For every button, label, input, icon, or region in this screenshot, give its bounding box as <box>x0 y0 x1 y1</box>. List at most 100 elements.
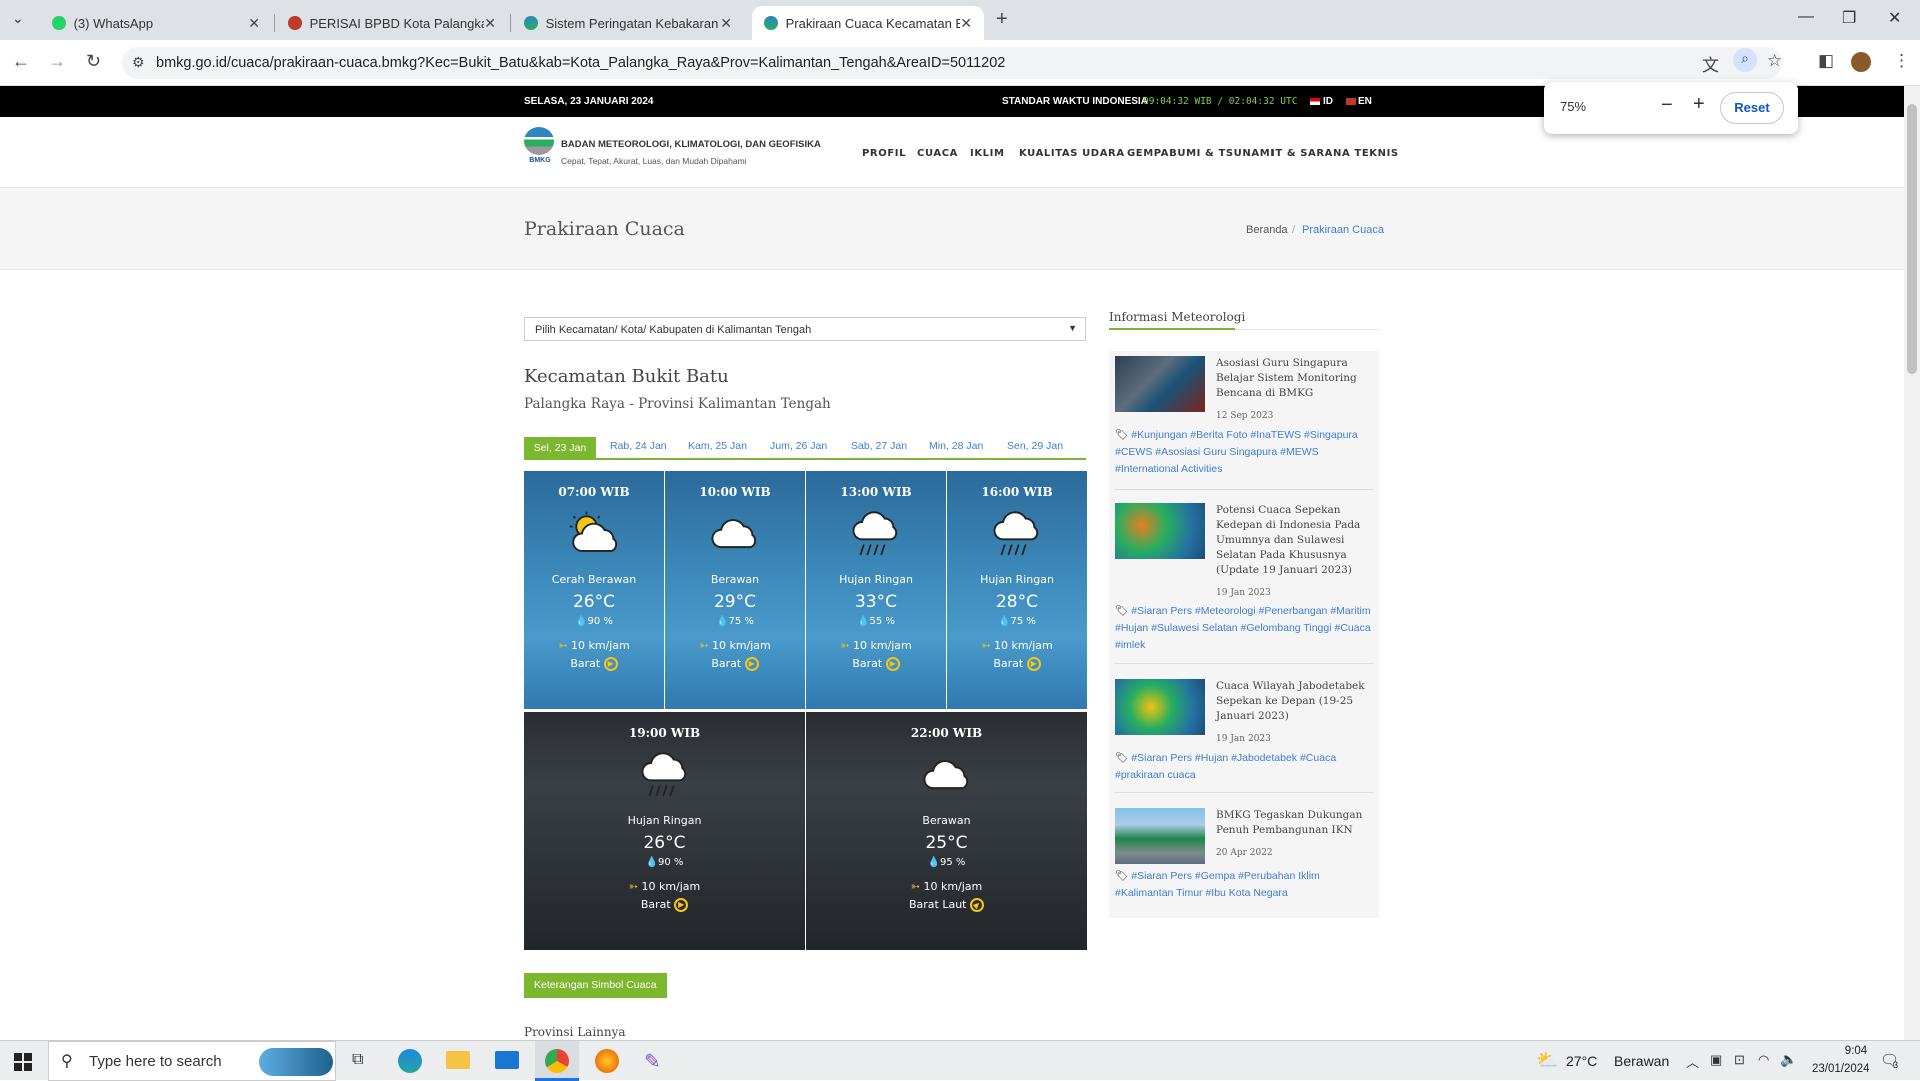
news-thumbnail[interactable] <box>1115 503 1205 559</box>
taskbar-clock-date[interactable]: 23/01/2024 <box>1812 1063 1870 1075</box>
menu-kebab-icon[interactable]: ⋮ <box>1893 51 1910 71</box>
tag-icon: 🏷 <box>1115 752 1129 764</box>
nav-gempabumi[interactable]: GEMPABUMI & TSUNAMI <box>1127 148 1275 159</box>
forecast-humidity: 75 % <box>728 616 754 627</box>
weather-legend-button[interactable]: Keterangan Simbol Cuaca <box>524 973 667 998</box>
day-tab-active[interactable]: Sel, 23 Jan <box>524 437 596 459</box>
lang-id-link[interactable]: ID <box>1323 96 1333 107</box>
day-tab[interactable]: Kam, 25 Jan <box>688 440 747 452</box>
news-title[interactable]: Potensi Cuaca Sepekan Kedepan di Indones… <box>1216 503 1366 578</box>
day-tab[interactable]: Sen, 29 Jan <box>1007 440 1063 452</box>
news-item[interactable]: Potensi Cuaca Sepekan Kedepan di Indones… <box>1109 503 1379 673</box>
windows-start-icon[interactable] <box>14 1053 32 1071</box>
new-tab-icon[interactable]: + <box>996 8 1008 31</box>
volume-icon[interactable]: 🔈 <box>1780 1051 1797 1068</box>
taskbar-weather-temp[interactable]: 27°C <box>1566 1053 1597 1069</box>
nav-kualitas-udara[interactable]: KUALITAS UDARA <box>1019 148 1125 159</box>
sidebar-title-underline <box>1109 328 1235 330</box>
tray-chevron-icon[interactable]: ︿ <box>1686 1052 1699 1071</box>
address-bar[interactable]: ⚙ bmkg.go.id/cuaca/prakiraan-cuaca.bmkg?… <box>122 47 1782 79</box>
nav-cuaca[interactable]: CUACA <box>917 148 958 159</box>
close-tab-icon[interactable]: ✕ <box>720 15 732 32</box>
humidity-drop-icon: 💧 <box>575 616 588 627</box>
humidity-drop-icon: 💧 <box>645 857 659 868</box>
news-title[interactable]: Cuaca Wilayah Jabodetabek Sepekan ke Dep… <box>1216 679 1366 724</box>
nav-profil[interactable]: PROFIL <box>862 148 906 159</box>
news-title[interactable]: Asosiasi Guru Singapura Belajar Sistem M… <box>1216 356 1366 401</box>
taskbar-clock-time[interactable]: 9:04 <box>1826 1045 1886 1057</box>
bookmark-star-icon[interactable]: ☆ <box>1767 51 1782 71</box>
tab-sistem-peringatan[interactable]: Sistem Peringatan Kebakaran H ✕ <box>512 6 744 40</box>
tab-prakiraan-cuaca[interactable]: Prakiraan Cuaca Kecamatan Bu ✕ <box>752 6 984 40</box>
forecast-wind: 10 km/jam <box>641 880 701 893</box>
tray-app-icon[interactable]: ▣ <box>1710 1052 1722 1068</box>
close-tab-icon[interactable]: ✕ <box>484 15 496 32</box>
translate-icon[interactable]: 文 <box>1702 51 1719 76</box>
forecast-card: 07:00 WIB Cerah Berawan 26°C 💧90 % ➳ 10 … <box>524 471 664 709</box>
tab-perisai[interactable]: PERISAI BPBD Kota Palangka Ra ✕ <box>276 6 508 40</box>
news-thumbnail[interactable] <box>1115 356 1205 412</box>
file-explorer-icon[interactable] <box>446 1051 470 1069</box>
tab-whatsapp[interactable]: (3) WhatsApp ✕ <box>40 6 272 40</box>
paint-tool-icon[interactable]: ✎ <box>644 1049 661 1074</box>
news-tags[interactable]: #Kunjungan #Berita Foto #InaTEWS #Singap… <box>1115 429 1358 475</box>
chrome-taskbar-button[interactable] <box>535 1041 579 1081</box>
wifi-icon[interactable]: ◠ <box>1758 1052 1769 1068</box>
forecast-wind: 10 km/jam <box>570 639 630 652</box>
day-tab[interactable]: Jum, 26 Jan <box>770 440 827 452</box>
taskbar-search-box[interactable]: ⚲ Type here to search <box>48 1041 336 1081</box>
location-title: Kecamatan Bukit Batu <box>524 366 729 387</box>
wind-direction-icon: ▶ <box>674 898 689 912</box>
day-tab[interactable]: Sab, 27 Jan <box>851 440 907 452</box>
close-window-icon[interactable]: ✕ <box>1888 8 1901 28</box>
lang-en-link[interactable]: EN <box>1358 96 1372 107</box>
news-item[interactable]: Cuaca Wilayah Jabodetabek Sepekan ke Dep… <box>1109 679 1379 789</box>
tag-icon: 🏷 <box>1115 870 1129 882</box>
site-info-icon[interactable]: ⚙ <box>132 54 145 71</box>
close-tab-icon[interactable]: ✕ <box>248 15 260 32</box>
tray-meet-icon[interactable]: ⊡ <box>1734 1052 1745 1068</box>
forecast-time: 22:00 WIB <box>910 726 983 740</box>
breadcrumb-home[interactable]: Beranda <box>1246 224 1288 236</box>
news-tags[interactable]: #Siaran Pers #Meteorologi #Penerbangan #… <box>1115 605 1371 651</box>
tab-search-icon[interactable]: ⌄ <box>12 10 24 27</box>
news-tags[interactable]: #Siaran Pers #Gempa #Perubahan Iklim #Ka… <box>1115 870 1320 899</box>
day-tab[interactable]: Min, 28 Jan <box>929 440 983 452</box>
task-view-icon[interactable]: ⧉ <box>352 1051 363 1069</box>
zoom-reset-button[interactable]: Reset <box>1720 92 1784 124</box>
location-select[interactable]: Pilih Kecamatan/ Kota/ Kabupaten di Kali… <box>524 317 1086 341</box>
forward-icon[interactable]: → <box>48 51 66 72</box>
zoom-in-icon[interactable]: + <box>1693 93 1705 116</box>
close-tab-icon[interactable]: ✕ <box>960 15 972 32</box>
bmkg-favicon-icon <box>524 16 538 30</box>
bmkg-logo[interactable]: BMKG <box>524 127 556 169</box>
news-item[interactable]: Asosiasi Guru Singapura Belajar Sistem M… <box>1109 356 1379 526</box>
scrollbar-thumb[interactable] <box>1907 104 1917 374</box>
zoom-icon[interactable]: ⌕ <box>1733 48 1757 72</box>
taskbar-search-placeholder: Type here to search <box>89 1053 222 1070</box>
weather-taskbar-icon[interactable]: ⛅ <box>1536 1050 1558 1071</box>
nav-iklim[interactable]: IKLIM <box>970 148 1005 159</box>
breadcrumb-separator: / <box>1292 224 1296 236</box>
page-scrollbar[interactable] <box>1904 86 1920 1040</box>
day-tab[interactable]: Rab, 24 Jan <box>610 440 667 452</box>
edge-icon[interactable] <box>398 1049 422 1073</box>
forecast-humidity: 95 % <box>940 857 966 868</box>
restore-icon[interactable]: ❐ <box>1842 8 1856 28</box>
reload-icon[interactable]: ↻ <box>86 51 101 72</box>
news-thumbnail[interactable] <box>1115 679 1205 735</box>
mail-icon[interactable] <box>495 1051 519 1069</box>
side-panel-icon[interactable]: ◧ <box>1818 51 1834 71</box>
nav-it-sarana[interactable]: IT & SARANA TEKNIS <box>1271 148 1399 159</box>
profile-avatar[interactable] <box>1851 52 1871 72</box>
back-icon[interactable]: ← <box>12 51 30 72</box>
news-title[interactable]: BMKG Tegaskan Dukungan Penuh Pembangunan… <box>1216 808 1366 838</box>
news-thumbnail[interactable] <box>1115 808 1205 864</box>
news-item[interactable]: BMKG Tegaskan Dukungan Penuh Pembangunan… <box>1109 808 1379 918</box>
minimize-icon[interactable]: — <box>1798 8 1814 26</box>
zoom-out-icon[interactable]: − <box>1661 94 1673 117</box>
news-tags[interactable]: #Siaran Pers #Hujan #Jabodetabek #Cuaca … <box>1115 752 1336 781</box>
taskbar-weather-text[interactable]: Berawan <box>1614 1053 1669 1069</box>
firefox-icon[interactable] <box>595 1049 619 1073</box>
forecast-direction: Barat Laut <box>908 898 967 911</box>
